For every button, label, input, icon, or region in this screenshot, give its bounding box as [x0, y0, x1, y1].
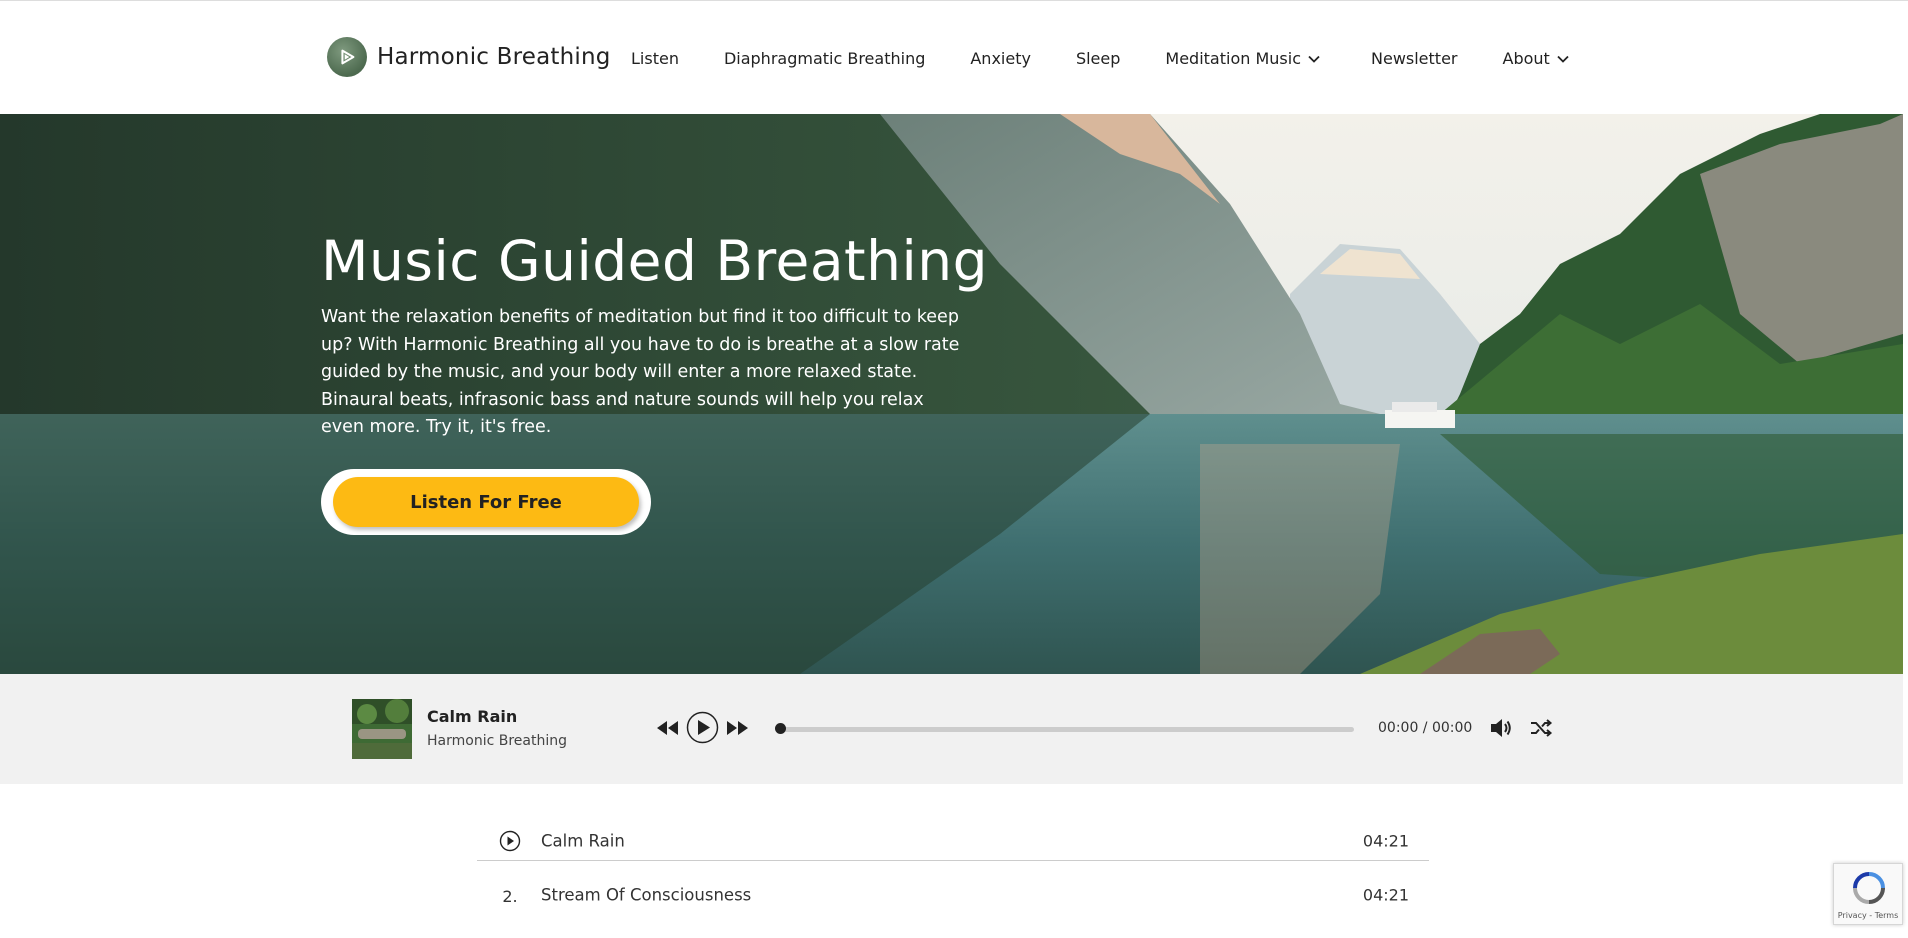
shuffle-icon[interactable]: [1528, 715, 1554, 741]
recaptcha-terms[interactable]: Privacy - Terms: [1834, 911, 1902, 920]
progress-bar[interactable]: [777, 727, 1354, 732]
nav-listen[interactable]: Listen: [631, 49, 679, 68]
current-time: 00:00: [1378, 720, 1419, 736]
nav-meditation-music[interactable]: Meditation Music: [1165, 49, 1321, 68]
nav-diaphragmatic-breathing[interactable]: Diaphragmatic Breathing: [724, 49, 925, 68]
track-title: Calm Rain: [427, 707, 518, 726]
nav-anxiety[interactable]: Anxiety: [970, 49, 1031, 68]
nav-meditation-music-label: Meditation Music: [1165, 49, 1301, 68]
time-separator: /: [1418, 720, 1432, 736]
playlist-item-title: Calm Rain: [541, 831, 625, 851]
logo[interactable]: Harmonic Breathing: [327, 37, 611, 77]
recaptcha-icon: [1853, 872, 1885, 904]
playlist-item[interactable]: 2. Stream Of Consciousness 04:21: [477, 861, 1429, 938]
nav-newsletter[interactable]: Newsletter: [1371, 49, 1458, 68]
playlist-item[interactable]: Calm Rain 04:21: [477, 784, 1429, 861]
hero-section: Music Guided Breathing Want the relaxati…: [0, 114, 1903, 674]
nav-about-label: About: [1502, 49, 1550, 68]
cta-frame: Listen For Free: [321, 469, 651, 535]
total-time: 00:00: [1431, 720, 1473, 736]
nav-sleep[interactable]: Sleep: [1076, 49, 1120, 68]
chevron-down-icon: [1557, 55, 1569, 63]
chevron-down-icon: [1308, 55, 1320, 63]
listen-for-free-button[interactable]: Listen For Free: [333, 477, 639, 527]
rewind-icon[interactable]: [652, 713, 684, 743]
playlist-item-title: Stream Of Consciousness: [541, 885, 752, 905]
track-artist: Harmonic Breathing: [427, 733, 567, 749]
playlist-item-duration: 04:21: [1362, 831, 1409, 851]
track-thumbnail: [352, 699, 412, 759]
main-menu: Listen Diaphragmatic Breathing Anxiety S…: [631, 49, 1570, 68]
hero-description: Want the relaxation benefits of meditati…: [321, 307, 960, 437]
play-icon[interactable]: [686, 711, 719, 744]
playlist-item-duration: 04:21: [1362, 885, 1409, 905]
playlist: Calm Rain 04:21 2. Stream Of Consciousne…: [477, 784, 1429, 938]
site-header: Harmonic Breathing Listen Diaphragmatic …: [0, 0, 1908, 114]
audio-player: Calm Rain Harmonic Breathing 00:00 / 00:…: [0, 674, 1903, 784]
nav-about[interactable]: About: [1503, 49, 1570, 68]
playlist-item-index: 2.: [502, 886, 518, 906]
time-display: 00:00 / 00:00: [1378, 720, 1472, 736]
play-logo-icon: [327, 37, 367, 77]
hero-title: Music Guided Breathing: [321, 229, 989, 293]
volume-icon[interactable]: [1488, 715, 1514, 741]
recaptcha-badge[interactable]: Privacy - Terms: [1833, 863, 1903, 925]
brand-name: Harmonic Breathing: [377, 44, 611, 70]
fast-forward-icon[interactable]: [721, 713, 753, 743]
progress-knob[interactable]: [775, 723, 786, 734]
play-circle-icon[interactable]: [499, 830, 521, 852]
